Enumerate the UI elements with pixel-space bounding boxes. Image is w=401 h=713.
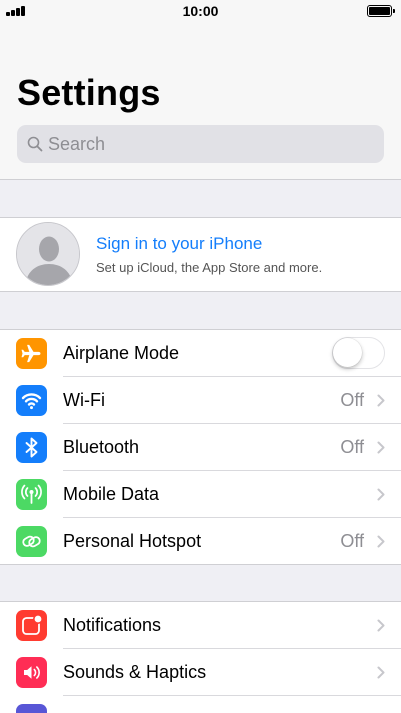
sign-in-subtitle: Set up iCloud, the App Store and more. <box>96 260 323 275</box>
airplane-mode-row: Airplane Mode <box>0 330 401 377</box>
page-title: Settings <box>17 72 161 113</box>
sign-in-row[interactable]: Sign in to your iPhone Set up iCloud, th… <box>0 217 401 292</box>
sign-in-title: Sign in to your iPhone <box>96 234 263 253</box>
wifi-value: Off <box>340 390 364 410</box>
status-time: 10:00 <box>182 3 219 19</box>
chevron-right-icon <box>377 394 385 407</box>
chevron-right-icon <box>377 666 385 679</box>
airplane-icon <box>16 338 47 369</box>
personal-hotspot-row[interactable]: Personal Hotspot Off <box>0 518 401 565</box>
notifications-group: Notifications Sounds & Haptics <box>0 601 401 713</box>
avatar-placeholder-icon <box>16 222 80 286</box>
wifi-row[interactable]: Wi-Fi Off <box>0 377 401 424</box>
chevron-right-icon <box>377 488 385 501</box>
antenna-icon <box>16 479 47 510</box>
bluetooth-label: Bluetooth <box>63 437 140 457</box>
airplane-mode-toggle[interactable] <box>332 337 385 369</box>
chevron-right-icon <box>377 535 385 548</box>
airplane-mode-label: Airplane Mode <box>63 343 180 363</box>
notifications-icon <box>16 610 47 641</box>
next-settings-row[interactable] <box>0 696 401 713</box>
search-field[interactable]: Search <box>17 125 384 163</box>
speaker-icon <box>16 657 47 688</box>
sounds-haptics-row[interactable]: Sounds & Haptics <box>0 649 401 696</box>
hotspot-icon <box>16 526 47 557</box>
header: Settings Search <box>0 22 401 180</box>
connectivity-group: Airplane Mode Wi-Fi Off Bluetooth Off Mo… <box>0 329 401 565</box>
wifi-icon <box>16 385 47 416</box>
chevron-right-icon <box>377 619 385 632</box>
battery-icon <box>367 5 395 17</box>
sounds-haptics-label: Sounds & Haptics <box>63 662 207 682</box>
bluetooth-row[interactable]: Bluetooth Off <box>0 424 401 471</box>
mobile-data-label: Mobile Data <box>63 484 160 504</box>
notifications-row[interactable]: Notifications <box>0 602 401 649</box>
bluetooth-value: Off <box>340 437 364 457</box>
personal-hotspot-value: Off <box>340 531 364 551</box>
notifications-label: Notifications <box>63 615 162 635</box>
status-bar: 10:00 <box>0 0 401 22</box>
search-icon <box>27 136 43 152</box>
bluetooth-icon <box>16 432 47 463</box>
personal-hotspot-label: Personal Hotspot <box>63 531 202 551</box>
moon-icon <box>16 704 47 713</box>
mobile-data-row[interactable]: Mobile Data <box>0 471 401 518</box>
chevron-right-icon <box>377 441 385 454</box>
wifi-label: Wi-Fi <box>63 390 105 410</box>
search-placeholder: Search <box>48 134 106 154</box>
